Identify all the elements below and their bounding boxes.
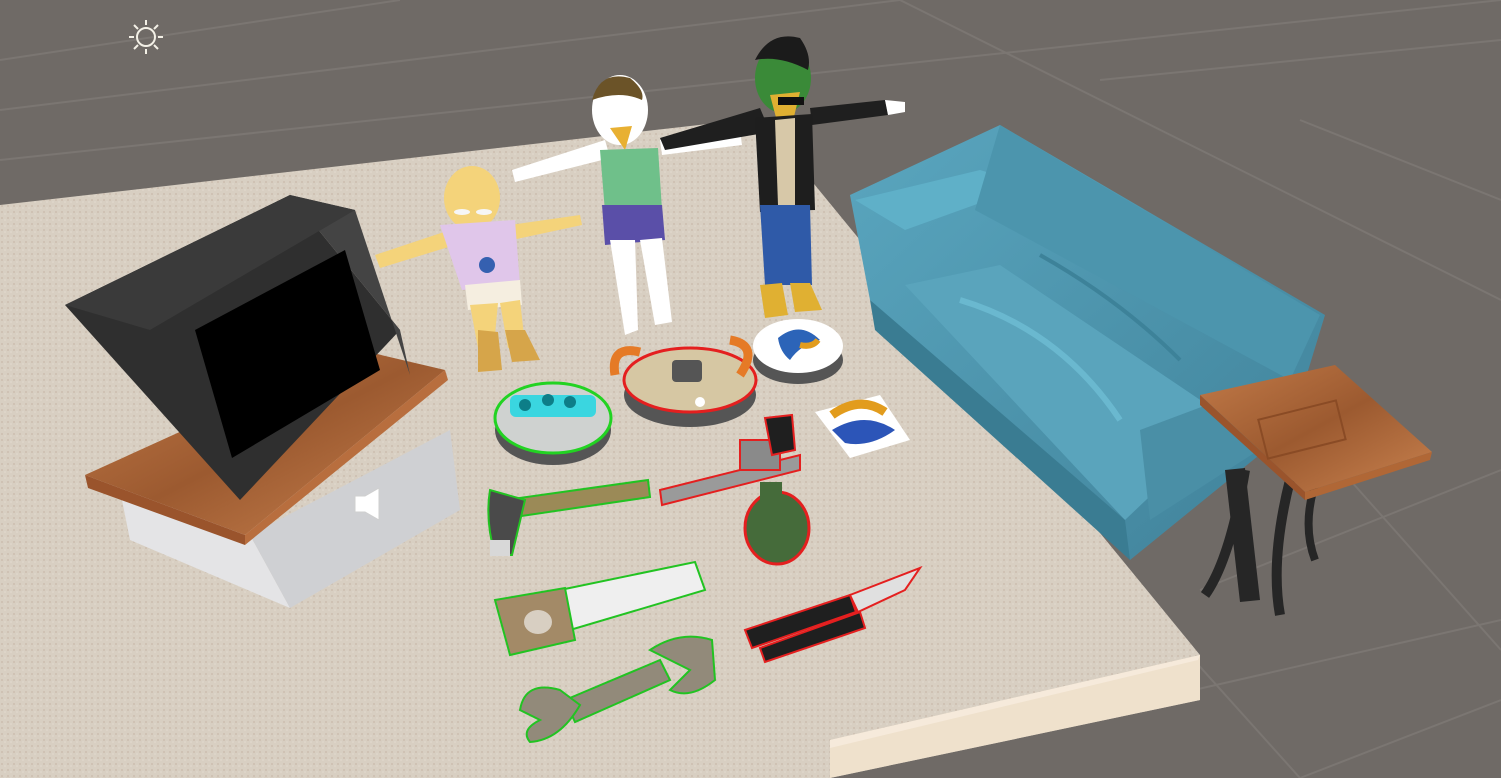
side-table[interactable]	[1200, 365, 1432, 616]
robot-vacuum-blue[interactable]	[753, 319, 843, 384]
scene-viewport[interactable]	[0, 0, 1501, 778]
robot-vacuum-green[interactable]	[493, 381, 613, 465]
